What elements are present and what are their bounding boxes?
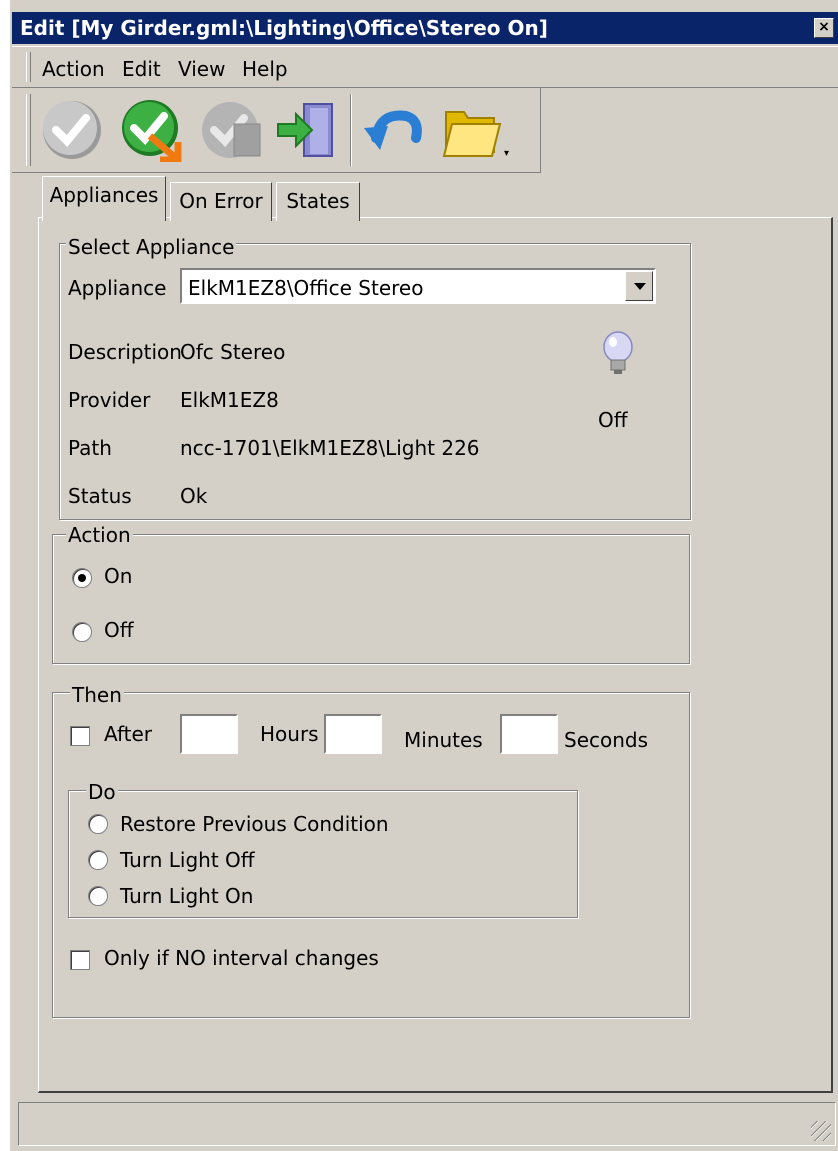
after-label[interactable]: After [104, 722, 152, 746]
exit-icon [277, 103, 333, 157]
menu-help[interactable]: Help [242, 57, 288, 81]
menu-bar: Action Edit View Help [12, 46, 838, 88]
resize-grip-icon[interactable] [811, 1121, 831, 1141]
then-legend: Then [70, 683, 124, 707]
description-value: Ofc Stereo [180, 340, 286, 364]
after-checkbox[interactable] [70, 726, 90, 746]
action-on-label[interactable]: On [104, 564, 132, 588]
hours-label: Hours [260, 722, 319, 746]
action-on-radio[interactable] [72, 568, 92, 588]
menu-view[interactable]: View [178, 57, 225, 81]
path-label: Path [68, 436, 112, 460]
appliance-select[interactable]: ElkM1EZ8\Office Stereo [180, 268, 656, 304]
hours-input[interactable] [180, 714, 238, 754]
folder-icon [442, 111, 502, 157]
seconds-input[interactable] [500, 714, 558, 754]
tab-appliances[interactable]: Appliances [42, 176, 166, 221]
exit-button[interactable] [274, 98, 338, 162]
window-edge [0, 0, 10, 1151]
select-appliance-legend: Select Appliance [66, 235, 237, 259]
status-bar [18, 1102, 836, 1146]
chevron-down-icon[interactable] [625, 271, 653, 301]
restore-previous-label[interactable]: Restore Previous Condition [120, 812, 389, 836]
close-button[interactable]: × [814, 18, 834, 38]
window-title: Edit [My Girder.gml:\Lighting\Office\Ste… [20, 16, 548, 40]
restore-previous-radio[interactable] [88, 814, 108, 834]
status-value: Ok [180, 484, 208, 508]
toolbar-separator [350, 94, 352, 166]
ok-button[interactable] [40, 98, 104, 162]
action-group [52, 534, 690, 664]
turn-light-off-label[interactable]: Turn Light Off [120, 848, 255, 872]
menu-grip[interactable] [26, 52, 31, 82]
turn-light-off-radio[interactable] [88, 850, 108, 870]
description-label: Description [68, 340, 182, 364]
disabled-icon [202, 102, 261, 158]
edit-window: Edit [My Girder.gml:\Lighting\Office\Ste… [0, 0, 838, 1151]
provider-value: ElkM1EZ8 [180, 388, 279, 412]
minutes-input[interactable] [324, 714, 382, 754]
appliance-label: Appliance [68, 276, 167, 300]
path-value: ncc-1701\ElkM1EZ8\Light 226 [180, 436, 480, 460]
apply-icon [122, 100, 182, 164]
toolbar [12, 88, 541, 173]
minutes-label: Minutes [404, 728, 483, 752]
action-off-label[interactable]: Off [104, 618, 134, 642]
toolbar-dropdown-arrow[interactable]: ▾ [504, 148, 509, 159]
only-if-no-interval-checkbox[interactable] [70, 950, 90, 970]
toolbar-grip[interactable] [26, 94, 31, 166]
appliance-value: ElkM1EZ8\Office Stereo [188, 276, 424, 300]
tab-on-error[interactable]: On Error [170, 182, 272, 221]
status-label: Status [68, 484, 132, 508]
appliance-state: Off [598, 408, 628, 432]
apply-button[interactable] [120, 98, 184, 164]
turn-light-on-label[interactable]: Turn Light On [120, 884, 253, 908]
undo-icon [364, 110, 422, 150]
only-if-no-interval-label[interactable]: Only if NO interval changes [104, 946, 379, 970]
menu-edit[interactable]: Edit [122, 57, 161, 81]
provider-label: Provider [68, 388, 151, 412]
action-off-radio[interactable] [72, 622, 92, 642]
seconds-label: Seconds [564, 728, 649, 752]
tab-states[interactable]: States [276, 182, 360, 221]
ok-icon [43, 101, 101, 159]
undo-button[interactable] [362, 98, 426, 162]
menu-action[interactable]: Action [42, 57, 105, 81]
do-legend: Do [86, 780, 118, 804]
title-bar[interactable]: Edit [My Girder.gml:\Lighting\Office\Ste… [12, 12, 838, 44]
disabled-button[interactable] [200, 98, 264, 162]
turn-light-on-radio[interactable] [88, 886, 108, 906]
open-folder-button[interactable] [440, 98, 504, 162]
lightbulb-icon [603, 331, 633, 374]
action-legend: Action [66, 523, 133, 547]
